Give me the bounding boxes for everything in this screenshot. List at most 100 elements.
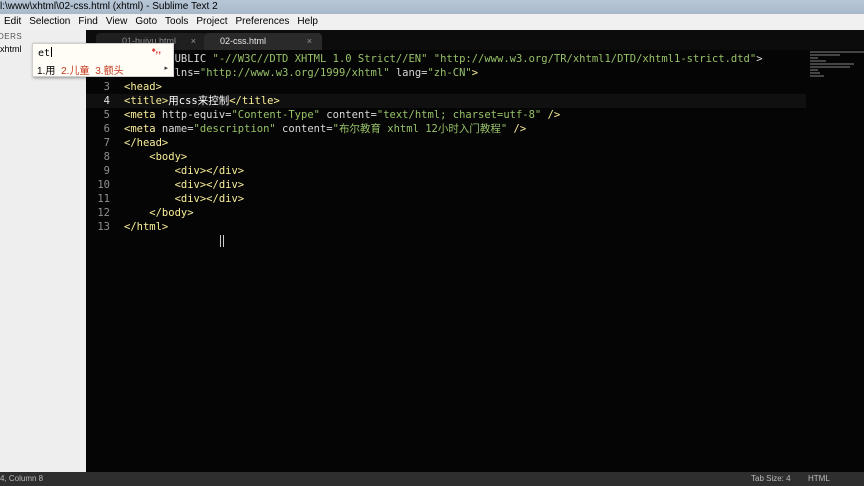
code-token: <meta: [124, 109, 156, 121]
code-text: <html xmlns="http://www.w3.org/1999/xhtm…: [124, 66, 478, 80]
code-line[interactable]: 5 <meta http-equiv="Content-Type" content…: [86, 108, 806, 122]
code-token: content=: [319, 109, 377, 121]
status-syntax[interactable]: HTML: [808, 472, 830, 486]
line-number: 12: [97, 207, 110, 219]
code-line[interactable]: 2<html xmlns="http://www.w3.org/1999/xht…: [86, 66, 806, 80]
code-token: </title>: [229, 95, 280, 107]
code-line[interactable]: 6 <meta name="description" content="布尔教育 …: [86, 122, 806, 136]
code-text: </html>: [124, 220, 168, 234]
code-line[interactable]: 11 <div></div>: [86, 192, 806, 206]
code-line[interactable]: 10 <div></div>: [86, 178, 806, 192]
ime-candidate[interactable]: 2.儿童: [61, 66, 89, 77]
minimap-line: [810, 57, 818, 59]
minimap-line: [810, 69, 818, 71]
window-title-bar: l:\www\xhtml\02-css.html (xhtml) - Subli…: [0, 0, 864, 14]
code-token: "text/html; charset=utf-8": [376, 109, 542, 121]
code-token: <meta: [124, 123, 156, 135]
minimap-line: [810, 54, 840, 56]
code-token: >: [756, 53, 763, 65]
code-token: />: [507, 123, 527, 135]
minimap[interactable]: [810, 50, 864, 92]
status-cursor-position: 4, Column 8: [0, 474, 44, 483]
line-number: 6: [103, 123, 110, 135]
menu-help[interactable]: Help: [293, 14, 322, 30]
code-token: "http://www.w3.org/TR/xhtml1/DTD/xhtml1-…: [433, 53, 757, 65]
code-token: <title>: [124, 95, 169, 107]
sidebar-folder-item[interactable]: xhtml: [0, 44, 22, 54]
minimap-line: [810, 60, 826, 62]
code-token: </head>: [124, 137, 169, 149]
code-text: <div></div>: [124, 178, 245, 192]
menu-find[interactable]: Find: [74, 14, 101, 30]
menu-tools[interactable]: Tools: [161, 14, 192, 30]
code-token: />: [541, 109, 561, 121]
code-token: <body>: [124, 151, 188, 163]
code-token: "-//W3C//DTD XHTML 1.0 Strict//EN": [212, 53, 428, 65]
line-number: 3: [103, 81, 110, 93]
tab-close-icon[interactable]: ×: [307, 33, 312, 50]
code-text: <title>用css来控制</title>: [124, 94, 280, 108]
line-number: 9: [103, 165, 110, 177]
code-token: http-equiv=: [155, 109, 232, 121]
code-line[interactable]: 3 <head>: [86, 80, 806, 94]
menu-edit[interactable]: Edit: [0, 14, 25, 30]
code-line[interactable]: 7 </head>: [86, 136, 806, 150]
ime-candidate-popup[interactable]: et ⬩,, 1.用 2.儿童 3.额头 ▸: [32, 43, 174, 77]
code-text: <head>: [124, 80, 162, 94]
line-number: 10: [97, 179, 110, 191]
menu-selection[interactable]: Selection: [25, 14, 74, 30]
code-line[interactable]: 8 <body>: [86, 150, 806, 164]
ime-candidate-list: 1.用 2.儿童 3.额头: [37, 62, 127, 77]
code-token: "Content-Type": [231, 109, 320, 121]
minimap-line: [810, 72, 820, 74]
code-token: "zh-CN": [427, 67, 472, 79]
code-line[interactable]: 13 </html>: [86, 220, 806, 234]
code-line[interactable]: E html PUBLIC "-//W3C//DTD XHTML 1.0 Str…: [86, 52, 806, 66]
menu-view[interactable]: View: [102, 14, 132, 30]
code-token: >: [471, 67, 479, 79]
status-tab-size[interactable]: Tab Size: 4: [751, 472, 791, 486]
ime-candidate[interactable]: 3.额头: [95, 66, 123, 77]
tab-02-css[interactable]: 02-css.html ×: [204, 33, 322, 50]
code-text: E html PUBLIC "-//W3C//DTD XHTML 1.0 Str…: [124, 52, 763, 66]
ime-next-page-icon[interactable]: ▸: [164, 64, 168, 72]
code-token: </html>: [124, 221, 169, 233]
status-bar: 4, Column 8 Tab Size: 4 HTML: [0, 472, 864, 486]
minimap-line: [810, 63, 854, 65]
sidebar-header: DERS: [0, 32, 23, 41]
menu-preferences[interactable]: Preferences: [232, 14, 294, 30]
code-text: <body>: [124, 150, 187, 164]
code-token: "http://www.w3.org/1999/xhtml": [199, 67, 390, 79]
tab-label: 02-css.html: [220, 36, 267, 46]
tab-strip: 01-huiyu.html × 02-css.html ×: [86, 30, 864, 50]
code-line[interactable]: 4 <title>用css来控制</title>: [86, 94, 806, 108]
code-line[interactable]: 9 <div></div>: [86, 164, 806, 178]
line-number: 13: [97, 221, 110, 233]
sidebar: DERS xhtml: [0, 30, 86, 472]
code-token: "布尔教育 xhtml 12小时入门教程": [332, 123, 508, 135]
menu-goto[interactable]: Goto: [131, 14, 161, 30]
code-text: <div></div>: [124, 164, 245, 178]
ime-logo-icon: ⬩,,: [151, 45, 161, 56]
ime-candidate[interactable]: 1.用: [37, 66, 55, 77]
code-text: </head>: [124, 136, 168, 150]
menu-project[interactable]: Project: [192, 14, 231, 30]
line-number: 7: [103, 137, 110, 149]
minimap-line: [810, 66, 850, 68]
code-token: </body>: [124, 207, 194, 219]
code-view[interactable]: E html PUBLIC "-//W3C//DTD XHTML 1.0 Str…: [86, 52, 806, 234]
editor-area[interactable]: 01-huiyu.html × 02-css.html × E html PUB…: [86, 30, 864, 472]
code-line[interactable]: 12 </body>: [86, 206, 806, 220]
code-text: <meta name="description" content="布尔教育 x…: [124, 122, 526, 136]
tab-close-icon[interactable]: ×: [191, 33, 196, 50]
code-token: content=: [275, 123, 333, 135]
code-token: <div></div>: [124, 193, 245, 205]
line-number: 11: [97, 193, 110, 205]
line-number: 8: [103, 151, 110, 163]
window-title: l:\www\xhtml\02-css.html (xhtml) - Subli…: [0, 1, 218, 12]
code-text: <meta http-equiv="Content-Type" content=…: [124, 108, 560, 122]
code-token: <div></div>: [124, 165, 245, 177]
line-number: 5: [103, 109, 110, 121]
code-text: <div></div>: [124, 192, 245, 206]
menu-bar: Edit Selection Find View Goto Tools Project Pre…: [0, 14, 864, 30]
